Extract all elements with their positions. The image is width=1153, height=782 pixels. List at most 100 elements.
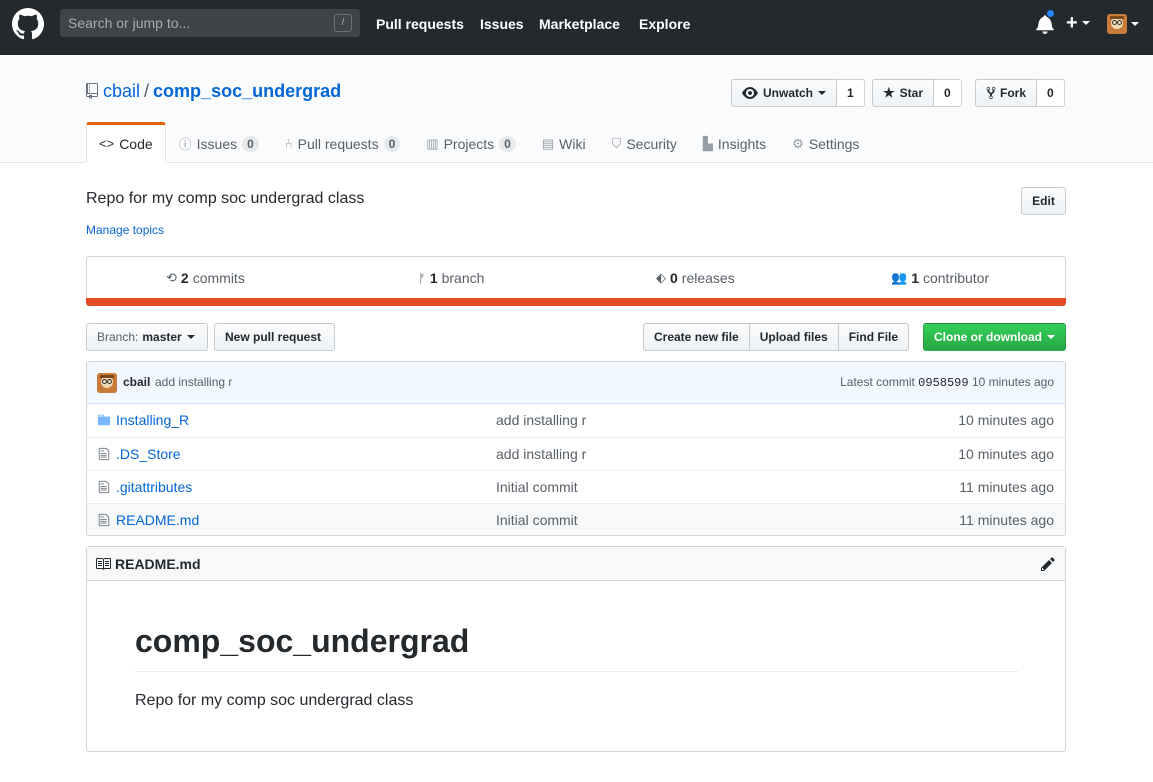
releases-link[interactable]: ⬖ 0 releases [656,270,735,286]
tab-pull-requests-count: 0 [383,135,401,152]
readme-heading: comp_soc_undergrad [135,623,470,659]
search-input[interactable] [60,9,330,37]
tab-settings[interactable]: ⚙ Settings [779,122,872,163]
releases-label: releases [681,270,735,286]
issue-icon: ⓘ [178,137,192,152]
file-icon [98,513,110,527]
watch-count[interactable]: 1 [837,79,865,107]
create-new-caret-icon[interactable] [1082,21,1090,25]
readme-box: README.md comp_soc_undergrad Repo for my… [86,546,1066,752]
tab-security-label: Security [626,135,677,152]
commit-age: 10 minutes ago [971,375,1054,389]
nav-explore[interactable]: Explore [639,16,690,32]
tab-insights-label: Insights [717,135,767,152]
pencil-icon[interactable] [1040,556,1056,572]
graph-icon: ▙ [702,135,713,151]
search-box[interactable]: / [60,9,360,37]
history-icon: ⟲ [166,270,177,285]
table-row: .DS_Store add installing r 10 minutes ag… [87,437,1065,470]
tab-insights[interactable]: ▙ Insights [690,122,779,163]
commit-sha-link[interactable]: 0958599 [918,376,968,390]
commit-tease: cbail add installing r Latest commit 095… [87,362,1065,404]
file-commit-message[interactable]: add installing r [496,412,586,428]
tab-code[interactable]: <> Code [86,122,166,163]
tab-issues[interactable]: ⓘ Issues 0 [166,122,272,163]
clone-label: Clone or download [934,330,1042,344]
star-button[interactable]: ★ Star [872,79,934,107]
table-row: Installing_R add installing r 10 minutes… [87,404,1065,437]
user-avatar[interactable] [1107,14,1127,34]
file-age: 10 minutes ago [958,446,1054,462]
new-pull-request-button[interactable]: New pull request [214,323,335,351]
file-age: 11 minutes ago [959,512,1054,528]
commits-label: commits [192,270,245,286]
branch-select-button[interactable]: Branch: master [86,323,208,351]
star-label: Star [899,86,923,100]
eye-icon [742,87,758,99]
star-icon: ★ [883,85,895,100]
clone-or-download-button[interactable]: Clone or download [923,323,1066,351]
fork-button[interactable]: Fork [975,79,1038,107]
commit-message-link[interactable]: add installing r [155,375,232,389]
watch-group: Unwatch 1 [731,79,865,107]
file-name-link[interactable]: .DS_Store [116,446,181,462]
edit-description-button[interactable]: Edit [1021,187,1066,215]
file-name-link[interactable]: Installing_R [116,412,189,428]
tab-wiki[interactable]: ▤ Wiki [529,122,599,163]
manage-topics-link[interactable]: Manage topics [86,223,164,237]
commit-author-link[interactable]: cbail [123,375,150,389]
language-bar[interactable] [86,298,1066,306]
shield-icon: ⛉ [611,135,622,151]
table-row: .gitattributes Initial commit 11 minutes… [87,470,1065,503]
repo-owner-link[interactable]: cbail [103,81,140,101]
file-actions-group: Create new file Upload files Find File [643,323,910,351]
project-icon: ▥ [426,135,439,151]
file-name-link[interactable]: README.md [116,512,199,528]
tab-pull-requests[interactable]: ⑃ Pull requests 0 [272,122,413,163]
repo-icon [86,83,98,99]
branches-link[interactable]: ᚠ 1 branch [418,270,484,286]
avatar-image [1107,14,1127,34]
contributors-link[interactable]: 👥 1 contributor [891,270,989,286]
commit-avatar-image [97,373,117,393]
code-icon: <> [99,136,115,151]
repo-title-separator: / [144,81,150,101]
unwatch-button[interactable]: Unwatch [731,79,838,107]
tab-security[interactable]: ⛉ Security [599,122,690,163]
nav-pull-requests[interactable]: Pull requests [376,16,464,32]
file-name-link[interactable]: .gitattributes [116,479,192,495]
tab-projects[interactable]: ▥ Projects 0 [413,122,529,163]
file-commit-message[interactable]: Initial commit [496,479,578,495]
gear-icon: ⚙ [792,135,804,151]
tab-projects-label: Projects [443,135,495,152]
create-new-icon[interactable]: + [1066,12,1078,35]
readme-filename: README.md [115,556,201,572]
tag-icon: ⬖ [656,270,666,285]
branch-count: 1 [429,270,438,286]
nav-issues[interactable]: Issues [480,16,524,32]
book-icon [96,558,111,570]
fork-group: Fork 0 [975,79,1065,107]
repo-title: cbail / comp_soc_undergrad [103,81,341,102]
nav-marketplace[interactable]: Marketplace [539,16,620,32]
star-count[interactable]: 0 [934,79,962,107]
github-logo-icon[interactable] [12,8,44,40]
find-file-button[interactable]: Find File [837,323,910,351]
contributor-label: contributor [922,270,990,286]
branch-label: branch [441,270,485,286]
unwatch-caret-icon [818,91,827,95]
repo-name-link[interactable]: comp_soc_undergrad [153,81,341,101]
file-commit-message[interactable]: add installing r [496,446,586,462]
branch-icon: ᚠ [418,270,426,286]
commit-author-avatar[interactable] [97,373,117,393]
upload-files-button[interactable]: Upload files [748,323,839,351]
readme-header: README.md [87,547,1065,581]
global-header: / Pull requests Issues Marketplace Explo… [0,0,1153,55]
repo-tabs: <> Code ⓘ Issues 0 ⑃ Pull requests 0 ▥ P… [86,122,872,163]
user-menu-caret-icon[interactable] [1131,22,1139,26]
create-new-file-button[interactable]: Create new file [643,323,750,351]
commits-link[interactable]: ⟲ 2 commits [166,270,245,286]
unread-indicator [1046,9,1055,18]
fork-count[interactable]: 0 [1037,79,1065,107]
file-commit-message[interactable]: Initial commit [496,512,578,528]
